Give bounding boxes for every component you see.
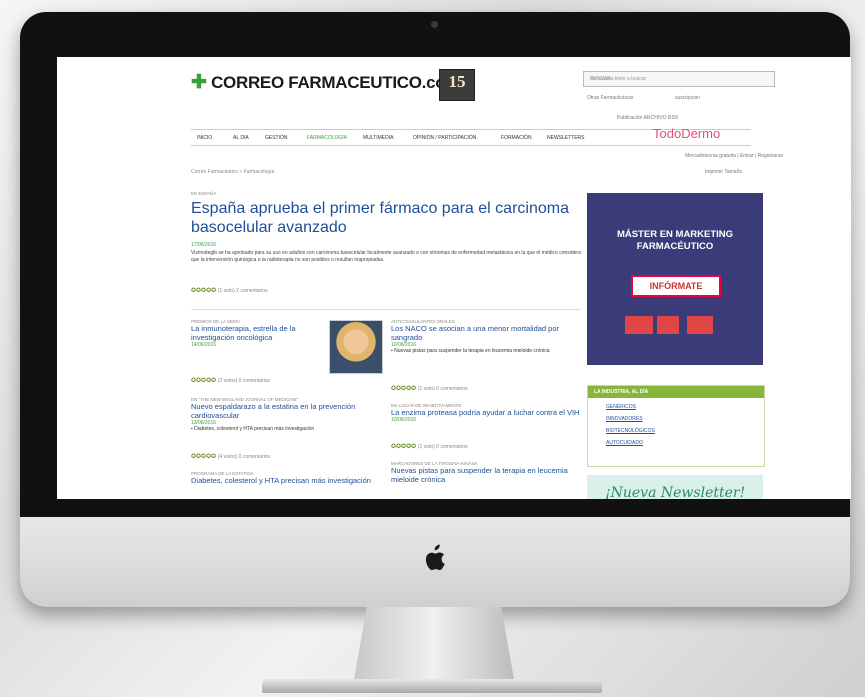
ad-info-button[interactable]: INFÓRMATE: [631, 275, 721, 297]
monitor-chin: [20, 517, 850, 607]
divider: [191, 309, 581, 310]
subscription-link[interactable]: suscripcion: [675, 95, 700, 101]
story-item: EN LUGAR DE INHIBITIVAMENTE La enzima pr…: [391, 403, 581, 423]
apple-icon: [425, 544, 445, 571]
login-links[interactable]: Mercadotecnia gratuita | Entrar | Regist…: [685, 153, 783, 159]
rating-meta: (2 votos) 0 comentarios: [217, 378, 271, 384]
site-logo[interactable]: ✚ CORREO FARMACEUTICO.com: [191, 71, 460, 94]
anniversary-badge: 15: [439, 69, 475, 101]
rating-stars-icon[interactable]: ✪✪✪✪✪: [391, 444, 416, 450]
camera-dot: [431, 21, 438, 28]
story-date: 10/06/2016: [391, 417, 417, 423]
search-input[interactable]: Introduzca texto a buscar BUSCAR: [583, 71, 775, 87]
ad-sponsor-logo: [657, 316, 679, 334]
rating-meta: (1 voto) 0 comentarios: [417, 444, 468, 450]
story-rating[interactable]: ✪✪✪✪✪ (2 votos) 0 comentarios: [191, 377, 270, 384]
story-rating[interactable]: ✪✪✪✪✪ (1 voto) 0 comentarios: [391, 385, 468, 392]
rating-stars-icon[interactable]: ✪✪✪✪✪: [191, 378, 216, 384]
panel-link-biotecnologicos[interactable]: BIOTECNOLÓGICOS: [606, 428, 764, 434]
panel-link-innovadores[interactable]: INNOVADORES: [606, 416, 764, 422]
story-title[interactable]: La inmunoterapia, estrella de la investi…: [191, 324, 321, 342]
story-title[interactable]: Nuevas pistas para suspender la terapia …: [391, 466, 581, 484]
nav-item-formacion[interactable]: FORMACIÓN: [501, 135, 532, 141]
rating-meta: (1 voto) 0 comentarios: [417, 386, 468, 392]
search-button[interactable]: BUSCAR: [590, 76, 611, 82]
panel-link-genericos[interactable]: GENÉRICOS: [606, 404, 764, 410]
nav-item-farmacologia[interactable]: FARMACOLOGÍA: [307, 135, 347, 141]
story-item: PREMIOS DE LA SEDO La inmunoterapia, est…: [191, 319, 321, 348]
rating-meta: (1 voto) 2 comentarios: [217, 288, 268, 294]
story-item: EN "THE NEW ENGLAND JOURNAL OF MEDICINE"…: [191, 397, 381, 432]
story-item: ANTICOAGULANTES ORALES Los NACO se asoci…: [391, 319, 581, 354]
ad-sponsor-logo: [625, 316, 653, 334]
ad-title: MÁSTER EN MARKETING FARMACÉUTICO: [616, 229, 734, 252]
author-photo[interactable]: [329, 320, 383, 374]
lead-date: 17/06/2016: [191, 242, 217, 248]
rating-meta: (4 votos) 0 comentarios: [217, 454, 271, 460]
story-item: MARCADORES DE LA TIROSINA-KINASA Nuevas …: [391, 461, 581, 484]
story-title[interactable]: Los NACO se asocian a una menor mortalid…: [391, 324, 581, 342]
archive-links[interactable]: Publicación ARCHIVO RSS: [617, 115, 678, 121]
nav-item-newsletters[interactable]: NEWSLETTERS: [547, 135, 585, 141]
imac-monitor: ✚ CORREO FARMACEUTICO.com 15 Introduzca …: [20, 12, 851, 607]
industry-panel: LA INDUSTRIA, AL DÍA GENÉRICOS INNOVADOR…: [587, 385, 765, 467]
story-date: 14/06/2016: [191, 342, 217, 348]
breadcrumb[interactable]: Correo Farmacéutico > Farmacología: [191, 169, 274, 175]
ad-sponsor-logo: [687, 316, 713, 334]
other-sites-link[interactable]: Otras Farmacéuticas: [587, 95, 633, 101]
story-bullet[interactable]: ▪ Diabetes, colesterol y HTA precisan má…: [191, 426, 381, 432]
lead-summary: Vismodegib se ha aprobado para su uso en…: [191, 250, 581, 263]
nav-item-multimedia[interactable]: MULTIMEDIA: [363, 135, 393, 141]
cross-icon: ✚: [191, 72, 207, 93]
browser-screen: ✚ CORREO FARMACEUTICO.com 15 Introduzca …: [57, 57, 851, 499]
panel-title: LA INDUSTRIA, AL DÍA: [588, 386, 764, 398]
story-item: PROGRAMA DE LA ESTATINA Diabetes, colest…: [191, 471, 381, 485]
rating-stars-icon[interactable]: ✪✪✪✪✪: [391, 386, 416, 392]
nav-item-gestion[interactable]: GESTIÓN: [265, 135, 288, 141]
rating-stars-icon[interactable]: ✪✪✪✪✪: [191, 454, 216, 460]
nav-item-al-dia[interactable]: AL DÍA: [233, 135, 249, 141]
story-bullet[interactable]: ▪ Nuevas pistas para suspender la terapi…: [391, 348, 581, 354]
master-marketing-ad[interactable]: MÁSTER EN MARKETING FARMACÉUTICO INFÓRMA…: [587, 193, 763, 365]
lead-rating[interactable]: ✪✪✪✪✪ (1 voto) 2 comentarios: [191, 287, 268, 294]
rating-stars-icon[interactable]: ✪✪✪✪✪: [191, 288, 216, 294]
story-title[interactable]: Nuevo espaldarazo a la estatina en la pr…: [191, 402, 381, 420]
website-page: ✚ CORREO FARMACEUTICO.com 15 Introduzca …: [185, 57, 805, 499]
tododermo-link[interactable]: TodoDermo: [653, 126, 720, 141]
page-tools[interactable]: Imprimir Tamaño: [705, 169, 742, 175]
nav-item-opinion[interactable]: OPINIÓN / PARTICIPACIÓN: [413, 135, 476, 141]
lead-headline[interactable]: España aprueba el primer fármaco para el…: [191, 199, 571, 237]
logo-text: CORREO FARMACEUTICO.com: [211, 73, 461, 92]
monitor-stand: [354, 607, 514, 679]
story-title[interactable]: Diabetes, colesterol y HTA precisan más …: [191, 476, 381, 485]
story-title[interactable]: La enzima proteasa podría ayudar a lucha…: [391, 408, 581, 417]
nav-item-inicio[interactable]: INICIO: [197, 135, 212, 141]
promo-text: ¡Nueva Newsletter!: [605, 485, 746, 499]
monitor-base: [262, 679, 602, 693]
newsletter-promo[interactable]: ¡Nueva Newsletter!: [587, 475, 763, 499]
panel-link-autocuidado[interactable]: AUTOCUIDADO: [606, 440, 764, 446]
story-rating[interactable]: ✪✪✪✪✪ (1 voto) 0 comentarios: [391, 443, 468, 450]
lead-category: EN ESPAÑA: [191, 191, 217, 196]
story-rating[interactable]: ✪✪✪✪✪ (4 votos) 0 comentarios: [191, 453, 270, 460]
